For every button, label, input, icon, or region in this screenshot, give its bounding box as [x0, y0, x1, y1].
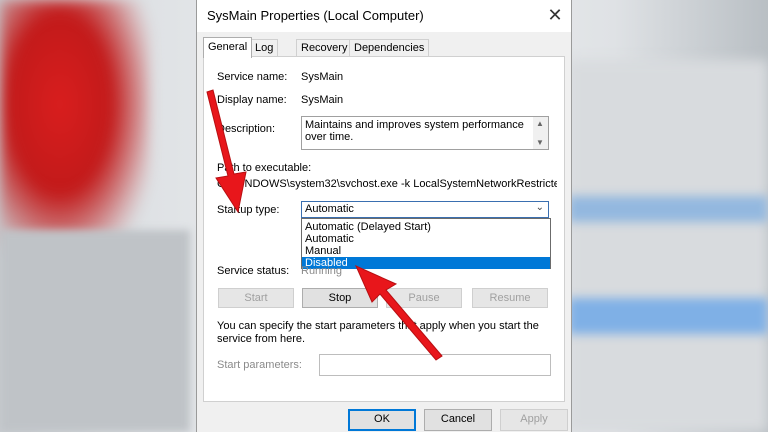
properties-dialog: SysMain Properties (Local Computer) ✕ Ge…	[196, 0, 572, 432]
tab-dependencies[interactable]: Dependencies	[349, 39, 430, 56]
service-status-value: Running	[301, 265, 342, 277]
close-icon[interactable]: ✕	[545, 5, 565, 25]
display-name-value: SysMain	[301, 94, 344, 106]
startup-type-label: Startup type:	[217, 204, 280, 216]
cancel-button[interactable]: Cancel	[424, 409, 492, 431]
title-bar: SysMain Properties (Local Computer) ✕	[197, 0, 571, 32]
description-box: Maintains and improves system performanc…	[301, 116, 549, 150]
description-label: Description:	[217, 123, 276, 135]
display-name-label: Display name:	[217, 94, 287, 106]
description-text: Maintains and improves system performanc…	[305, 119, 524, 143]
tab-general[interactable]: General	[203, 37, 253, 58]
pause-button[interactable]: Pause	[386, 288, 462, 308]
tab-recovery[interactable]: Recovery	[296, 39, 353, 56]
ok-button[interactable]: OK	[348, 409, 416, 431]
blurred-right-panel	[568, 60, 768, 432]
chevron-down-icon[interactable]: ⌄	[536, 202, 544, 213]
blurred-right-button	[568, 298, 768, 334]
stop-button[interactable]: Stop	[302, 288, 378, 308]
startup-type-select[interactable]: Automatic ⌄	[301, 201, 549, 218]
start-button[interactable]: Start	[218, 288, 294, 308]
scroll-down-icon[interactable]: ▼	[536, 138, 544, 147]
option-automatic-delayed[interactable]: Automatic (Delayed Start)	[302, 221, 550, 233]
scroll-up-icon[interactable]: ▲	[536, 119, 544, 128]
option-automatic[interactable]: Automatic	[302, 233, 550, 245]
blurred-right-highlight	[568, 196, 768, 222]
start-parameters-label: Start parameters:	[217, 359, 302, 371]
description-scrollbar[interactable]: ▲ ▼	[533, 117, 548, 149]
resume-button[interactable]: Resume	[472, 288, 548, 308]
window-title: SysMain Properties (Local Computer)	[207, 8, 424, 23]
path-value: C:\WINDOWS\system32\svchost.exe -k Local…	[217, 178, 557, 190]
start-parameters-input[interactable]	[319, 354, 551, 376]
help-text: You can specify the start parameters tha…	[217, 320, 539, 345]
option-manual[interactable]: Manual	[302, 245, 550, 257]
blurred-left-panel	[0, 230, 190, 432]
service-name-label: Service name:	[217, 71, 288, 83]
blurred-left-arrow-shape	[0, 0, 150, 260]
startup-type-dropdown: Automatic (Delayed Start) Automatic Manu…	[301, 218, 551, 269]
tab-log-on[interactable]: Log On	[250, 39, 279, 71]
startup-type-value: Automatic	[305, 203, 354, 215]
service-name-value: SysMain	[301, 71, 344, 83]
path-label: Path to executable:	[217, 162, 312, 174]
service-status-label: Service status:	[217, 265, 290, 277]
apply-button[interactable]: Apply	[500, 409, 568, 431]
